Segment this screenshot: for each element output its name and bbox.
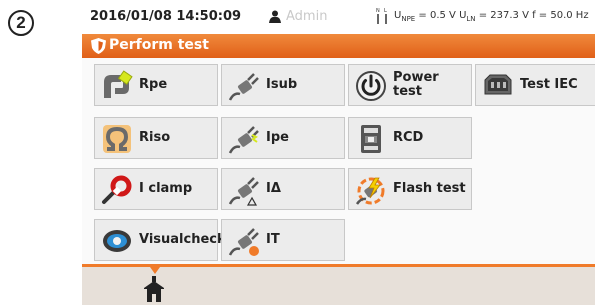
test-idelta-button[interactable]: IΔ — [221, 168, 345, 210]
svg-text:N: N — [376, 8, 380, 14]
iec-connector-icon — [484, 74, 512, 95]
step-number: 2 — [16, 13, 26, 32]
test-label: Isub — [266, 77, 298, 92]
clamp-icon — [102, 175, 132, 204]
test-label: Power test — [393, 70, 439, 99]
voltage-probe-icon: N L — [376, 8, 387, 24]
u-ln-value: = 237.3 V — [475, 10, 533, 21]
home-icon — [144, 276, 164, 302]
u-npe-value: = 0.5 V — [415, 10, 460, 21]
test-iclamp-button[interactable]: I clamp — [94, 168, 218, 210]
frequency-value: f = 50.0 Hz — [532, 10, 589, 21]
user-name: Admin — [286, 9, 328, 24]
step-marker: 2 — [8, 10, 34, 36]
u-ln-subscript: LN — [466, 15, 476, 23]
test-it-button[interactable]: IT — [221, 219, 345, 261]
plug-delta-icon — [228, 177, 259, 206]
status-bar: 2016/01/08 14:50:09 Admin N L UNPE = 0.5… — [82, 0, 595, 34]
label-line-2: check — [183, 232, 226, 247]
test-label: Test IEC — [520, 77, 578, 92]
test-grid: Rpe Isub Power test Test IEC Riso Ipe RC… — [82, 58, 595, 264]
label-line-1: Visual — [139, 232, 184, 247]
title-bar: Perform test — [82, 34, 595, 58]
mains-measurement: UNPE = 0.5 V ULN = 237.3 V f = 50.0 Hz — [394, 10, 589, 23]
test-label: Rpe — [139, 77, 168, 92]
test-label: Ipe — [266, 130, 289, 145]
shield-icon — [91, 38, 106, 54]
test-power-button[interactable]: Power test — [348, 64, 472, 106]
test-label: Visual check — [139, 220, 226, 260]
power-icon — [356, 71, 386, 101]
eye-icon — [103, 230, 131, 252]
home-button[interactable] — [138, 267, 178, 305]
datetime: 2016/01/08 14:50:09 — [90, 9, 242, 24]
test-flash-button[interactable]: Flash test — [348, 168, 472, 210]
meter-screen: 2016/01/08 14:50:09 Admin N L UNPE = 0.5… — [82, 0, 595, 305]
test-ipe-button[interactable]: Ipe — [221, 117, 345, 159]
test-iec-button[interactable]: Test IEC — [475, 64, 595, 106]
active-marker — [150, 267, 160, 274]
page-title: Perform test — [109, 37, 209, 53]
riso-icon — [103, 125, 131, 153]
test-label: Flash test — [393, 181, 466, 196]
test-rcd-button[interactable]: RCD — [348, 117, 472, 159]
test-visual-check-button[interactable]: Visual check — [94, 219, 226, 261]
user-icon — [269, 10, 281, 23]
test-label: IT — [266, 232, 280, 247]
test-label: IΔ — [266, 181, 281, 196]
plug-it-icon — [228, 228, 259, 256]
test-rpe-button[interactable]: Rpe — [94, 64, 218, 106]
test-label: I clamp — [139, 181, 193, 196]
bottom-nav — [82, 264, 595, 305]
test-label: Riso — [139, 130, 171, 145]
plug-icon — [228, 73, 259, 101]
test-riso-button[interactable]: Riso — [94, 117, 218, 159]
test-isub-button[interactable]: Isub — [221, 64, 345, 106]
svg-text:L: L — [384, 8, 387, 14]
test-label: RCD — [393, 130, 424, 145]
u-npe-subscript: NPE — [401, 15, 416, 23]
plug-spark-icon — [228, 126, 259, 154]
rcd-icon — [361, 125, 381, 153]
flash-icon — [355, 177, 385, 205]
rpe-icon — [104, 70, 133, 98]
